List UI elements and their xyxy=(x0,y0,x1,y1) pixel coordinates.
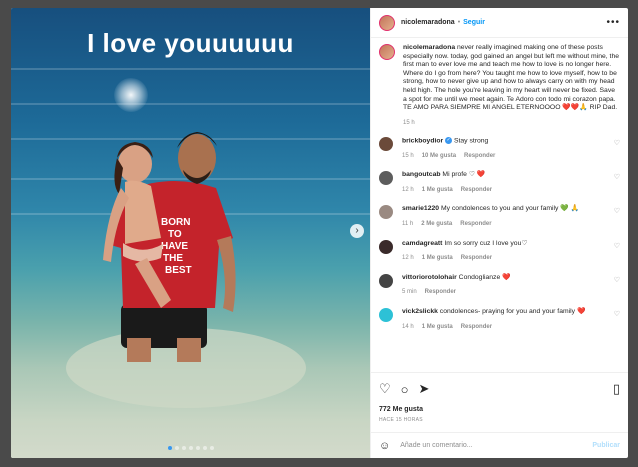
comment-time: 12 h xyxy=(402,186,414,193)
chevron-right-icon[interactable]: › xyxy=(350,224,364,238)
comment-input[interactable]: Añade un comentario... xyxy=(400,442,592,449)
reply-button[interactable]: Responder xyxy=(461,255,492,261)
comments-list[interactable]: nicolemaradona never really imagined mak… xyxy=(371,38,628,372)
comment-username[interactable]: bangoutcab xyxy=(402,171,441,178)
comment-username[interactable]: smarie1220 xyxy=(402,205,439,212)
overlay-caption: I love youuuuuu xyxy=(87,28,294,58)
carousel-dot xyxy=(174,446,179,450)
comment-text: My condolences to you and your family 💚 … xyxy=(440,205,580,213)
comment-likes[interactable]: 1 Me gusta xyxy=(422,255,453,261)
heart-icon[interactable]: ♡ xyxy=(379,381,391,397)
comment-text: Stay strong xyxy=(453,137,489,145)
avatar[interactable] xyxy=(379,136,393,151)
reply-button[interactable]: Responder xyxy=(464,153,495,159)
comment-time: 12 h xyxy=(402,255,414,262)
header-username[interactable]: nicolemaradona xyxy=(401,19,455,26)
bookmark-icon[interactable]: ▯ xyxy=(613,381,620,397)
carousel-dots xyxy=(11,446,370,450)
caption-text: never really imagined making one of thes… xyxy=(403,44,620,112)
carousel-dot xyxy=(188,446,193,450)
heart-icon[interactable]: ♡ xyxy=(614,208,620,217)
heart-icon[interactable]: ♡ xyxy=(614,311,620,320)
comment-username[interactable]: camdagreatt xyxy=(402,240,442,247)
comment-item: brickboydior ✓ Stay strong 15 h 10 Me gust… xyxy=(379,136,620,160)
carousel-dot xyxy=(209,446,214,450)
send-icon[interactable]: ➤ xyxy=(419,381,430,397)
action-bar: ♡ ○ ➤ ▯ 772 Me gusta HACE 15 HORAS xyxy=(371,372,628,432)
reply-button[interactable]: Responder xyxy=(460,221,491,227)
caption-time: 15 h xyxy=(403,119,415,126)
svg-text:BORN: BORN xyxy=(161,217,190,228)
comment-item: camdagreatt Im so sorry cuz I love you♡ 1… xyxy=(379,239,620,263)
posted-time: HACE 15 HORAS xyxy=(379,417,423,423)
comment-icon[interactable]: ○ xyxy=(401,382,409,397)
avatar[interactable] xyxy=(379,171,393,186)
svg-text:BEST: BEST xyxy=(165,265,192,276)
avatar[interactable] xyxy=(379,44,395,60)
svg-text:THE: THE xyxy=(163,253,183,264)
post-photo[interactable]: BORN TO HAVE THE BEST I love youuuuuu › xyxy=(11,8,370,458)
comment-item: smarie1220 My condolences to you and you… xyxy=(379,205,620,228)
comment-likes[interactable]: 1 Me gusta xyxy=(422,324,453,330)
comment-likes[interactable]: 1 Me gusta xyxy=(422,187,453,193)
comment-text: condolences- praying for you and your fa… xyxy=(439,307,586,315)
svg-text:HAVE: HAVE xyxy=(161,241,188,252)
comment-item: bangoutcab Mi profe ♡ ❤️ 12 h 1 Me gusta Re… xyxy=(379,171,620,194)
avatar[interactable] xyxy=(379,239,393,254)
comment-time: 14 h xyxy=(402,323,414,330)
carousel-dot xyxy=(167,446,172,450)
post-button[interactable]: Publicar xyxy=(592,442,620,449)
avatar[interactable] xyxy=(379,307,393,322)
reply-button[interactable]: Responder xyxy=(461,324,492,330)
comment-item: vittoriorotolohair Condoglianze ❤️ 5 min R… xyxy=(379,273,620,297)
comment-text: Condoglianze ❤️ xyxy=(458,273,511,281)
smiley-icon[interactable]: ☺ xyxy=(379,440,390,452)
more-horizontal-icon[interactable]: ••• xyxy=(606,17,620,28)
post-modal: BORN TO HAVE THE BEST I love youuuuuu › xyxy=(11,8,628,458)
carousel-dot xyxy=(181,446,186,450)
reply-button[interactable]: Responder xyxy=(425,289,456,295)
avatar[interactable] xyxy=(379,273,393,288)
header-separator: • xyxy=(457,19,461,26)
comment-text: Mi profe ♡ ❤️ xyxy=(442,171,486,179)
comment-username[interactable]: vick2slickk xyxy=(402,308,438,315)
avatar[interactable] xyxy=(379,205,393,220)
post-sidebar: nicolemaradona • Seguir ••• nicolemarado… xyxy=(370,8,628,458)
father-daughter-photo: BORN TO HAVE THE BEST xyxy=(66,132,306,408)
comment-likes[interactable]: 10 Me gusta xyxy=(422,153,456,159)
comment-likes[interactable]: 2 Me gusta xyxy=(421,221,452,227)
comment-text: Im so sorry cuz I love you♡ xyxy=(444,239,528,247)
comment-username[interactable]: brickboydior xyxy=(402,137,443,144)
likes-count[interactable]: 772 Me gusta xyxy=(379,406,620,413)
caption: nicolemaradona never really imagined mak… xyxy=(379,44,620,113)
heart-icon[interactable]: ♡ xyxy=(614,243,620,252)
follow-button[interactable]: Seguir xyxy=(463,19,485,26)
comment-item: vick2slickk condolences- praying for you… xyxy=(379,307,620,331)
caption-username[interactable]: nicolemaradona xyxy=(403,44,455,51)
heart-icon[interactable]: ♡ xyxy=(614,140,620,149)
reply-button[interactable]: Responder xyxy=(461,187,492,193)
avatar[interactable] xyxy=(379,14,395,31)
svg-text:TO: TO xyxy=(168,229,182,240)
comment-time: 11 h xyxy=(402,221,414,228)
verified-badge-icon: ✓ xyxy=(445,136,453,144)
heart-icon[interactable]: ♡ xyxy=(614,277,620,286)
post-header: nicolemaradona • Seguir ••• xyxy=(371,8,628,38)
comment-composer: ☺ Añade un comentario... Publicar xyxy=(371,432,628,458)
carousel-dot xyxy=(202,446,207,450)
carousel-dot xyxy=(195,446,200,450)
comment-time: 5 min xyxy=(402,289,417,296)
heart-icon[interactable]: ♡ xyxy=(614,174,620,183)
comment-time: 15 h xyxy=(402,152,414,159)
comment-username[interactable]: vittoriorotolohair xyxy=(402,274,457,281)
